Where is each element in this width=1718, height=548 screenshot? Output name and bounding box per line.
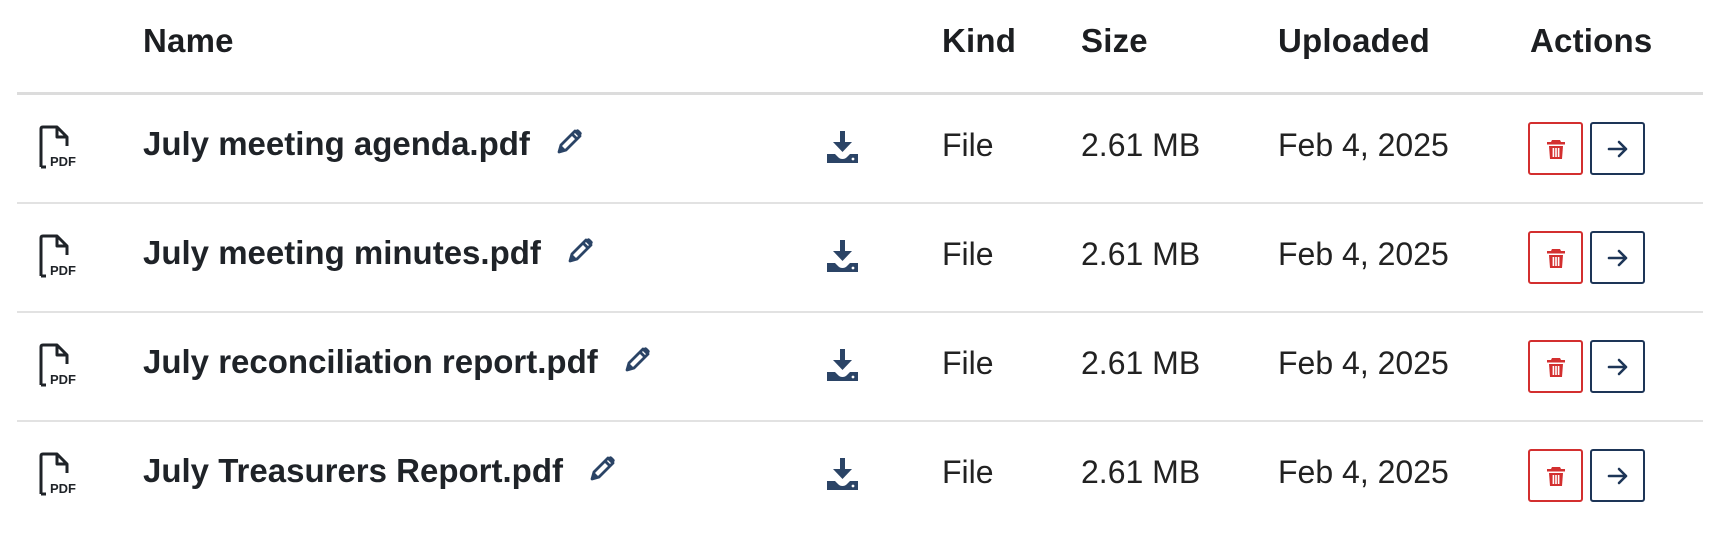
table-row: PDF July meeting agenda.pdf File 2.61 MB… [17, 95, 1703, 204]
file-size: 2.61 MB [1081, 236, 1201, 272]
file-name-text[interactable]: July reconciliation report.pdf [143, 343, 598, 380]
table-row: PDF July Treasurers Report.pdf File 2.61… [17, 422, 1703, 529]
file-name-link[interactable]: July meeting minutes.pdf [143, 234, 597, 272]
file-name-link[interactable]: July meeting agenda.pdf [143, 125, 586, 163]
file-size: 2.61 MB [1081, 454, 1201, 490]
file-uploaded-date: Feb 4, 2025 [1278, 236, 1449, 272]
table-row: PDF July meeting minutes.pdf File 2.61 M… [17, 204, 1703, 313]
open-button[interactable] [1590, 340, 1645, 393]
download-icon[interactable] [824, 456, 860, 492]
file-kind: File [942, 127, 994, 163]
trash-icon [1546, 248, 1565, 268]
files-table: Name Kind Size Uploaded Actions PDF July… [17, 0, 1703, 529]
delete-button[interactable] [1528, 449, 1583, 502]
arrow-right-icon [1607, 249, 1627, 266]
svg-text:PDF: PDF [50, 372, 76, 387]
pencil-icon[interactable] [563, 234, 597, 268]
arrow-right-icon [1607, 140, 1627, 157]
arrow-right-icon [1607, 467, 1627, 484]
file-uploaded-date: Feb 4, 2025 [1278, 454, 1449, 490]
file-name-link[interactable]: July reconciliation report.pdf [143, 343, 654, 381]
open-button[interactable] [1590, 449, 1645, 502]
delete-button[interactable] [1528, 122, 1583, 175]
pencil-icon[interactable] [585, 452, 619, 486]
pdf-file-icon: PDF [37, 451, 81, 497]
file-uploaded-date: Feb 4, 2025 [1278, 127, 1449, 163]
trash-icon [1546, 139, 1565, 159]
download-icon[interactable] [824, 347, 860, 383]
file-kind: File [942, 345, 994, 381]
table-header: Name Kind Size Uploaded Actions [17, 0, 1703, 95]
file-kind: File [942, 236, 994, 272]
file-name-text[interactable]: July Treasurers Report.pdf [143, 452, 563, 489]
column-header-size[interactable]: Size [1081, 22, 1148, 60]
file-size: 2.61 MB [1081, 127, 1201, 163]
column-header-uploaded[interactable]: Uploaded [1278, 22, 1430, 60]
svg-text:PDF: PDF [50, 154, 76, 169]
pencil-icon[interactable] [620, 343, 654, 377]
svg-text:PDF: PDF [50, 263, 76, 278]
pdf-file-icon: PDF [37, 342, 81, 388]
pencil-icon[interactable] [552, 125, 586, 159]
pdf-file-icon: PDF [37, 124, 81, 170]
file-uploaded-date: Feb 4, 2025 [1278, 345, 1449, 381]
pdf-file-icon: PDF [37, 233, 81, 279]
trash-icon [1546, 466, 1565, 486]
trash-icon [1546, 357, 1565, 377]
table-body: PDF July meeting agenda.pdf File 2.61 MB… [17, 95, 1703, 529]
download-icon[interactable] [824, 238, 860, 274]
table-row: PDF July reconciliation report.pdf File … [17, 313, 1703, 422]
svg-text:PDF: PDF [50, 481, 76, 496]
column-header-name[interactable]: Name [143, 22, 234, 60]
delete-button[interactable] [1528, 340, 1583, 393]
file-name-text[interactable]: July meeting agenda.pdf [143, 125, 530, 162]
file-name-link[interactable]: July Treasurers Report.pdf [143, 452, 619, 490]
file-kind: File [942, 454, 994, 490]
file-name-text[interactable]: July meeting minutes.pdf [143, 234, 541, 271]
arrow-right-icon [1607, 358, 1627, 375]
column-header-kind[interactable]: Kind [942, 22, 1016, 60]
file-size: 2.61 MB [1081, 345, 1201, 381]
download-icon[interactable] [824, 129, 860, 165]
column-header-actions: Actions [1530, 22, 1653, 59]
delete-button[interactable] [1528, 231, 1583, 284]
open-button[interactable] [1590, 122, 1645, 175]
open-button[interactable] [1590, 231, 1645, 284]
